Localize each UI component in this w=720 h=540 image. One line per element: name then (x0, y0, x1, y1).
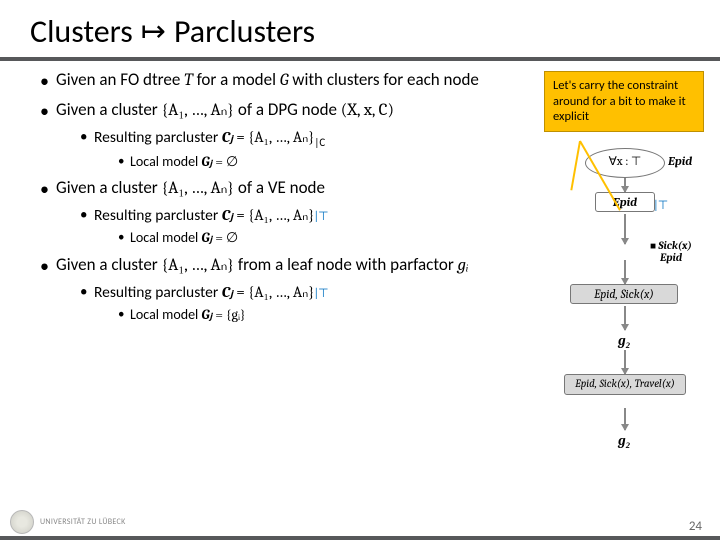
text: for a model (193, 69, 280, 90)
text: Given an FO dtree (56, 69, 184, 90)
bullet-2b: Local model Gⱼ = ∅ (118, 153, 536, 172)
math-Gj: Gⱼ (201, 229, 212, 246)
math-eq: = {A₁, …, Aₙ} (233, 206, 314, 224)
math-Cj: Cⱼ (222, 206, 233, 224)
math-gi: gᵢ (458, 256, 469, 275)
footer-bar (0, 536, 720, 540)
math-Gj: Gⱼ (201, 306, 212, 323)
math-set: {A₁, …, Aₙ} (162, 179, 234, 198)
bullet-4b: Local model Gⱼ = {gᵢ} (118, 306, 536, 325)
title-left: Clusters (30, 12, 133, 51)
university-logo: UNIVERSITÄT ZU LÜBECK (10, 510, 126, 534)
node-epid-sick: Epid, Sick(x) (570, 284, 678, 304)
connector-icon (624, 350, 626, 374)
slide: Clusters ↦ Parclusters Given an FO dtree… (0, 0, 720, 540)
g2-label-2: g₂ (618, 432, 631, 450)
bullet-4: Given a cluster {A₁, …, Aₙ} from a leaf … (40, 254, 536, 325)
math-set: {A₁, …, Aₙ} (162, 101, 234, 120)
seal-icon (10, 510, 34, 534)
connector-icon (624, 306, 626, 330)
callout-line-icon (570, 141, 581, 191)
bullet-3a: Resulting parcluster Cⱼ = {A₁, …, Aₙ}|⊤ … (80, 205, 536, 248)
math-set: {A₁, …, Aₙ} (162, 256, 234, 275)
text: Given a cluster (56, 254, 162, 275)
text: Resulting parcluster (94, 128, 222, 147)
bullet-3: Given a cluster {A₁, …, Aₙ} of a VE node… (40, 177, 536, 248)
title-area: Clusters ↦ Parclusters (0, 0, 720, 61)
text: Resulting parcluster (94, 283, 222, 302)
connector-icon (624, 178, 626, 192)
node-label: ∀x : ⊤ (609, 154, 642, 168)
math-sub: |C (314, 136, 325, 149)
connector-icon (624, 260, 626, 284)
text: of a VE node (234, 177, 325, 198)
node-epid-sick-travel: Epid, Sick(x), Travel(x) (564, 374, 686, 395)
arrow-right-bar-icon: ↦ (141, 17, 166, 47)
bullet-2a: Resulting parcluster Cⱼ = {A₁, …, Aₙ}|C … (80, 127, 536, 172)
root-side-label: Epid (668, 154, 692, 168)
text: from a leaf node with parfactor (234, 254, 458, 275)
math-T: T (184, 71, 193, 90)
bullet-2: Given a cluster {A₁, …, Aₙ} of a DPG nod… (40, 99, 536, 172)
body: Given an FO dtree T for a model G with c… (0, 61, 720, 512)
bullet-4a: Resulting parcluster Cⱼ = {A₁, …, Aₙ}|⊤ … (80, 282, 536, 325)
math-sub-blue: |⊤ (314, 209, 328, 223)
text: Resulting parcluster (94, 206, 222, 225)
institution-name: UNIVERSITÄT ZU LÜBECK (40, 517, 126, 527)
node-label: Epid, Sick(x), Travel(x) (575, 377, 675, 390)
slide-title: Clusters ↦ Parclusters (30, 12, 700, 51)
title-right: Parclusters (174, 12, 315, 51)
math-eq: = {A₁, …, Aₙ} (233, 128, 314, 146)
diagram-column: Let's carry the constraint around for a … (540, 69, 710, 512)
text: Local model (130, 153, 201, 170)
node-ve-side: ■ Sick(x) Epid (650, 240, 692, 264)
math-Cj: Cⱼ (222, 128, 233, 146)
text: of a DPG node (234, 99, 341, 120)
math-Gj: Gⱼ (201, 153, 212, 170)
text: Given a cluster (56, 99, 162, 120)
math-eq: = ∅ (212, 229, 238, 246)
text: Given a cluster (56, 177, 162, 198)
node-label: Epid, Sick(x) (594, 287, 654, 301)
label-top: Sick(x) (658, 239, 692, 252)
connector-icon (624, 408, 626, 430)
content-column: Given an FO dtree T for a model G with c… (40, 69, 540, 512)
math-sub-blue: |⊤ (314, 286, 328, 300)
math-eq: = {gᵢ} (212, 306, 245, 323)
connector-icon (624, 214, 626, 244)
bullet-1: Given an FO dtree T for a model G with c… (40, 69, 536, 93)
math-tuple: (X, x, C) (341, 101, 394, 120)
node-epid: Epid (595, 192, 655, 212)
math-eq: = {A₁, …, Aₙ} (233, 283, 314, 301)
text: Local model (130, 306, 201, 323)
g2-label-1: g₂ (618, 332, 631, 350)
text: Local model (130, 229, 201, 246)
label-bot: Epid (660, 251, 682, 264)
page-number: 24 (689, 519, 702, 534)
constraint-callout: Let's carry the constraint around for a … (544, 71, 704, 132)
node-sub: |⊤ (654, 198, 668, 212)
text: with clusters for each node (288, 69, 478, 90)
tree-diagram: ∀x : ⊤ Epid Epid |⊤ ■ Sick(x) Epid (540, 142, 710, 512)
math-eq: = ∅ (212, 153, 238, 170)
bullet-3b: Local model Gⱼ = ∅ (118, 229, 536, 248)
math-Cj: Cⱼ (222, 283, 233, 301)
